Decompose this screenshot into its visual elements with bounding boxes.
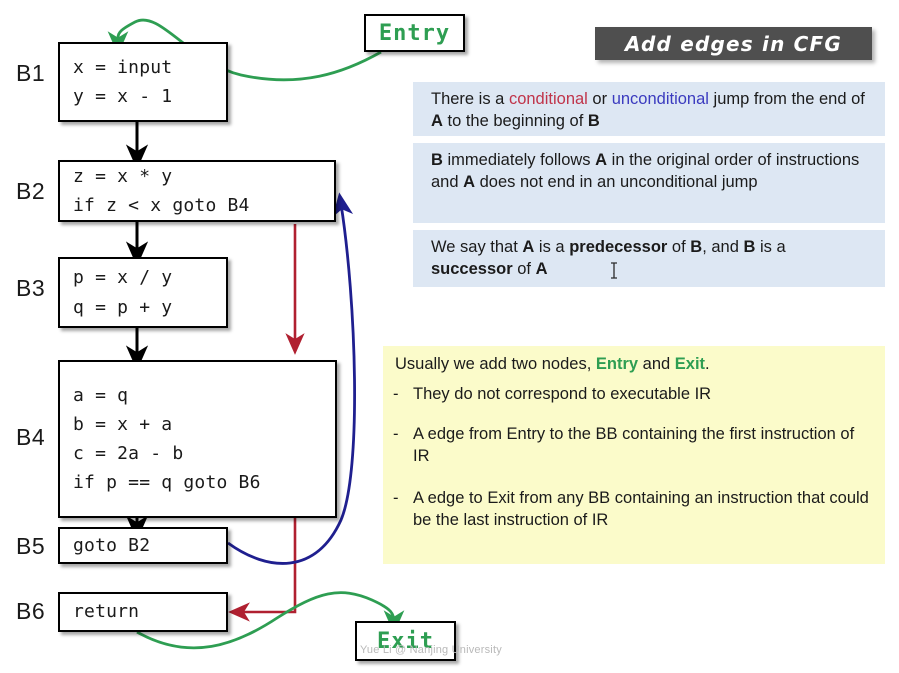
panel-title: Add edges in CFG — [624, 31, 843, 56]
basic-block-b5: goto B2 — [58, 527, 228, 564]
basic-block-b3: p = x / y q = p + y — [58, 257, 228, 328]
block-label-b5: B5 — [16, 533, 46, 559]
bullet-marker: - — [393, 425, 399, 443]
block-code-b5: goto B2 — [73, 534, 151, 556]
info-text: We say that A is a predecessor of B, and… — [431, 238, 786, 278]
block-code-b4: a = q b = x + a c = 2a - b if p == q got… — [73, 384, 261, 494]
bullet-marker: - — [393, 385, 399, 403]
entry-node: Entry — [364, 14, 465, 52]
edge-b4-b6-conditional — [228, 517, 297, 622]
block-label-b3: B3 — [16, 275, 46, 301]
block-label-b2: B2 — [16, 178, 46, 204]
bullet-text: A edge to Exit from any BB containing an… — [413, 489, 869, 529]
block-code-b3: p = x / y q = p + y — [73, 267, 173, 318]
note-bullet: - They do not correspond to executable I… — [393, 384, 863, 406]
basic-block-b2: z = x * y if z < x goto B4 — [58, 160, 336, 222]
bullet-marker: - — [393, 489, 399, 507]
info-box-rule-jump: There is a conditional or unconditional … — [413, 82, 885, 136]
panel-title-banner: Add edges in CFG — [595, 27, 872, 60]
info-box-rule-pred-succ: We say that A is a predecessor of B, and… — [413, 230, 885, 287]
note-box: Usually we add two nodes, Entry and Exit… — [383, 346, 885, 564]
basic-block-b1: x = input y = x - 1 — [58, 42, 228, 122]
watermark: Yue Li @ Nanjing University — [360, 644, 502, 656]
block-label-b6: B6 — [16, 598, 46, 624]
block-code-b1: x = input y = x - 1 — [73, 56, 173, 107]
block-code-b6: return — [73, 601, 140, 623]
note-heading: Usually we add two nodes, Entry and Exit… — [395, 355, 710, 373]
bullet-text: A edge from Entry to the BB containing t… — [413, 425, 855, 465]
cfg-slide-canvas: B1 x = input y = x - 1 B2 z = x * y if z… — [0, 0, 899, 673]
basic-block-b4: a = q b = x + a c = 2a - b if p == q got… — [58, 360, 337, 518]
basic-block-b6: return — [58, 592, 228, 632]
note-bullet: - A edge from Entry to the BB containing… — [393, 424, 863, 468]
block-code-b2: z = x * y if z < x goto B4 — [73, 165, 250, 216]
block-label-b1: B1 — [16, 60, 46, 86]
info-text: B immediately follows A in the original … — [431, 151, 860, 191]
info-box-rule-fallthrough: B immediately follows A in the original … — [413, 143, 885, 223]
info-text: There is a conditional or unconditional … — [431, 90, 865, 130]
bullet-text: They do not correspond to executable IR — [413, 385, 712, 403]
block-label-b4: B4 — [16, 424, 46, 450]
note-bullet: - A edge to Exit from any BB containing … — [393, 488, 871, 532]
